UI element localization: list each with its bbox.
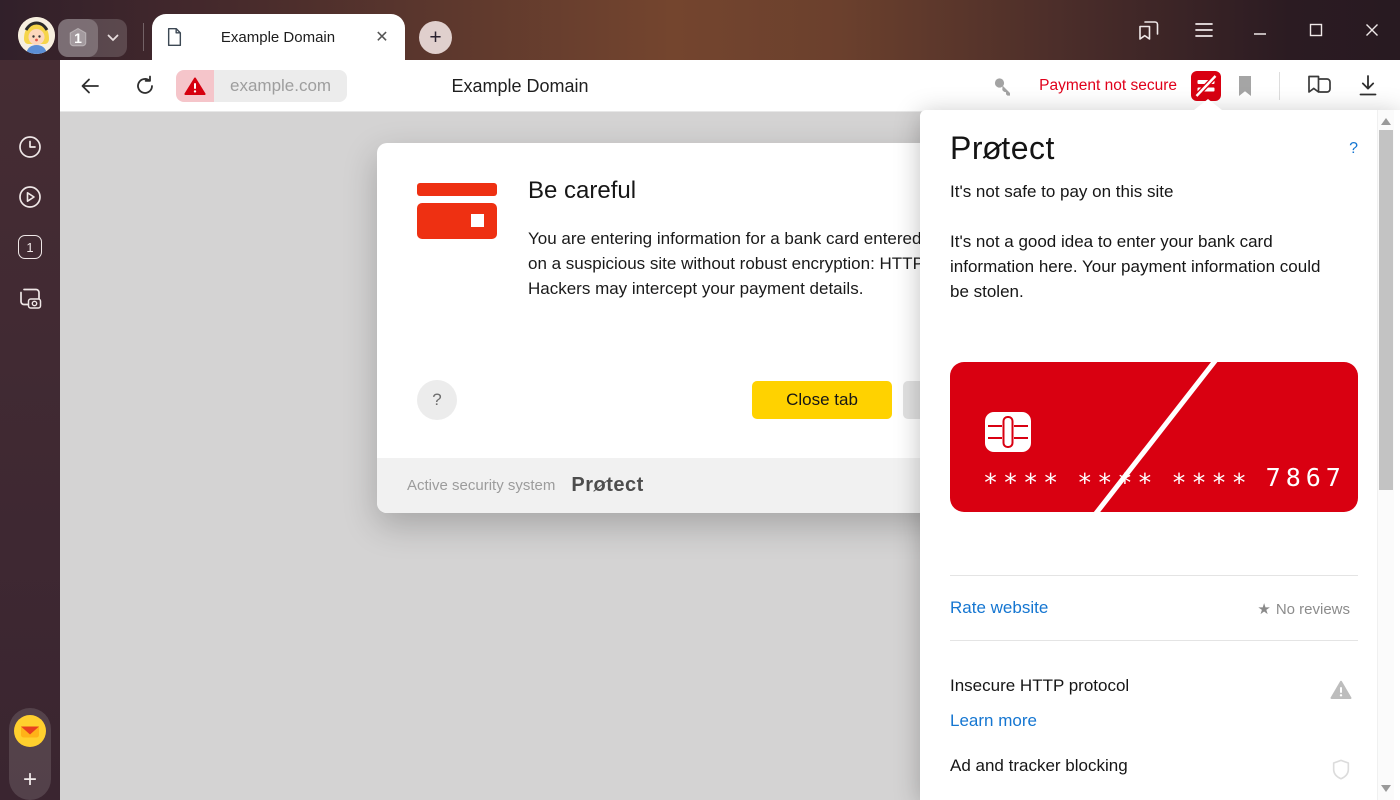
maximize-button[interactable] (1288, 0, 1344, 60)
protect-popup: Protect ? It's not safe to pay on this s… (920, 110, 1400, 800)
bookmark-icon[interactable] (1235, 74, 1255, 98)
dialog-body: You are entering information for a bank … (528, 226, 924, 301)
protect-help-link[interactable]: ? (1349, 140, 1358, 158)
titlebar-separator (143, 23, 144, 51)
reviews-status: ★ No reviews (1257, 600, 1350, 618)
slashed-o: o (594, 474, 607, 497)
side-panel-icon[interactable] (1120, 0, 1176, 60)
download-icon[interactable] (1356, 73, 1380, 99)
tabs-panel-icon[interactable]: 1 (0, 235, 60, 259)
security-warning-badge[interactable] (176, 70, 214, 102)
tab-close-icon[interactable]: ✕ (373, 28, 391, 46)
slashed-o: o (983, 130, 1001, 167)
dialog-footer: Active security system Protect (377, 458, 977, 513)
add-app-icon[interactable]: + (23, 770, 37, 790)
scroll-down-arrow[interactable] (1381, 785, 1391, 792)
dialog-help-button[interactable]: ? (417, 380, 457, 420)
history-icon[interactable] (0, 134, 60, 160)
insecure-protocol-label: Insecure HTTP protocol (950, 676, 1129, 696)
media-play-icon[interactable] (0, 184, 60, 210)
be-careful-dialog: Be careful You are entering information … (377, 143, 977, 513)
card-number: ************7867 (983, 463, 1360, 492)
new-tab-button[interactable]: + (419, 21, 452, 54)
profile-avatar[interactable] (18, 17, 55, 54)
mail-app-icon[interactable] (13, 714, 47, 753)
titlebar: 1 Example Domain ✕ + (0, 0, 1400, 60)
back-button[interactable] (78, 74, 102, 103)
tabs-count-badge: 1 (18, 235, 42, 259)
scroll-up-arrow[interactable] (1381, 118, 1391, 125)
minimize-button[interactable] (1232, 0, 1288, 60)
protect-logo: Protect (571, 474, 643, 497)
sidebar-apps-pill: + (9, 708, 51, 800)
home-shape-icon: 1 (58, 19, 98, 57)
tab-title: Example Domain (193, 29, 363, 46)
warning-triangle-icon (184, 77, 206, 96)
payment-not-secure-label[interactable]: Payment not secure (1039, 77, 1177, 95)
learn-more-link[interactable]: Learn more (950, 711, 1037, 731)
close-window-button[interactable] (1344, 0, 1400, 60)
divider (950, 575, 1358, 576)
bank-card-icon (417, 183, 497, 239)
dialog-body-line: on a suspicious site without robust encr… (528, 251, 924, 276)
collections-icon[interactable] (1304, 73, 1334, 99)
toolbar-right-icons: Payment not secure (983, 60, 1388, 112)
password-manager-icon[interactable] (991, 74, 1015, 98)
dialog-title: Be careful (528, 177, 636, 205)
divider (950, 640, 1358, 641)
titlebar-right-icons (1120, 0, 1400, 60)
protect-body: It's not a good idea to enter your bank … (950, 229, 1322, 304)
tab-counter-button[interactable]: 1 (58, 19, 127, 57)
dialog-body-line: You are entering information for a bank … (528, 226, 924, 251)
url-field[interactable]: example.com (214, 70, 347, 102)
toolbar-divider (1279, 72, 1280, 100)
browser-window: 1 Example Domain ✕ + (0, 0, 1400, 800)
menu-icon[interactable] (1176, 0, 1232, 60)
close-tab-button[interactable]: Close tab (752, 381, 892, 419)
sidebar: 1 + (0, 60, 60, 800)
scrollbar-thumb[interactable] (1379, 130, 1393, 490)
chevron-down-icon[interactable] (98, 34, 127, 42)
reviews-label: No reviews (1276, 601, 1350, 618)
protect-headline: It's not safe to pay on this site (950, 182, 1173, 202)
payment-not-secure-icon[interactable] (1191, 71, 1221, 101)
reload-button[interactable] (133, 74, 157, 103)
ad-blocking-label: Ad and tracker blocking (950, 756, 1128, 776)
dialog-body-line: Hackers may intercept your payment detai… (528, 276, 924, 301)
popup-scrollbar[interactable] (1377, 110, 1394, 800)
footer-prefix: Active security system (407, 477, 555, 494)
browser-tab[interactable]: Example Domain ✕ (152, 14, 405, 60)
page-icon (166, 27, 183, 47)
warning-gray-icon (1330, 680, 1352, 705)
address-bar[interactable]: example.com (176, 70, 347, 102)
tab-count: 1 (74, 30, 82, 46)
avatar-illustration (18, 17, 55, 54)
rate-website-link[interactable]: Rate website (950, 598, 1048, 618)
popup-arrow (1194, 99, 1222, 110)
screenshot-icon[interactable] (0, 284, 60, 312)
protect-title: Protect (950, 130, 1055, 167)
star-icon: ★ (1257, 600, 1270, 618)
card-chip-icon (985, 412, 1031, 457)
shield-icon (1330, 758, 1352, 787)
